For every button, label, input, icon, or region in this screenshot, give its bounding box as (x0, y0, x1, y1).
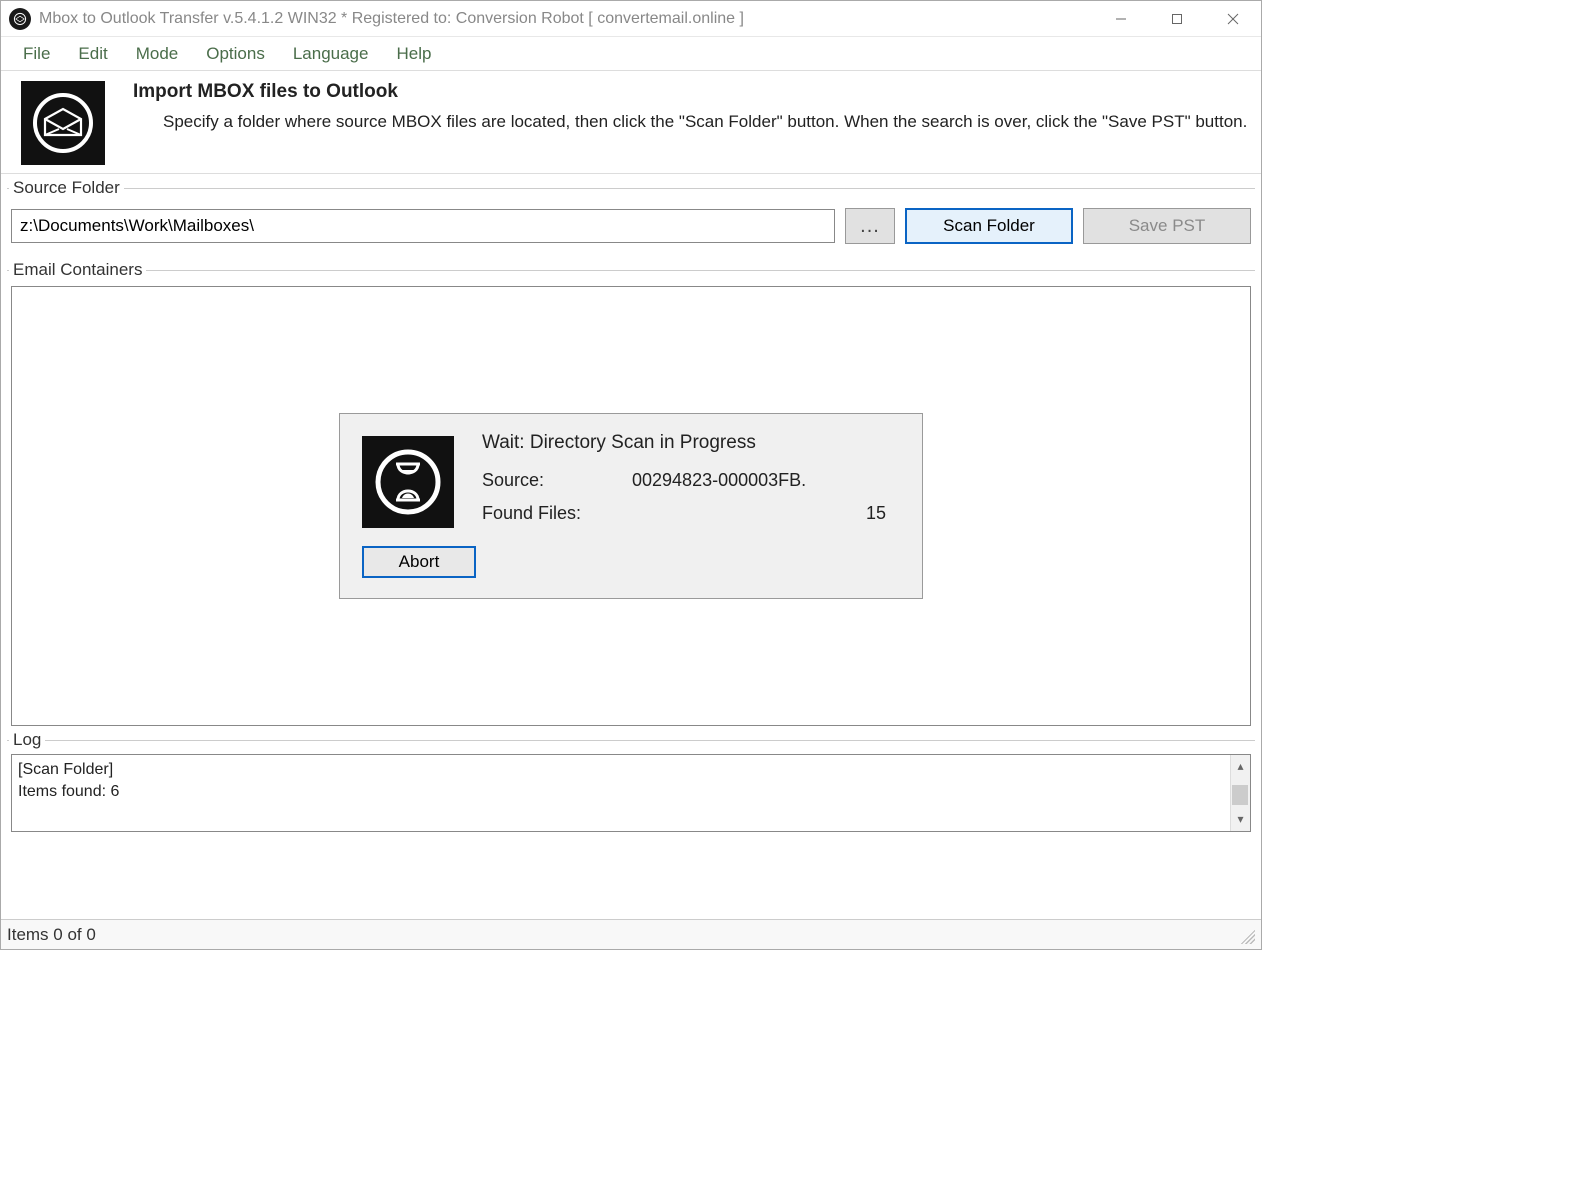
statusbar: Items 0 of 0 (1, 919, 1261, 949)
log-line: Items found: 6 (18, 781, 1226, 803)
browse-button[interactable]: ... (845, 208, 895, 244)
dialog-source-value: 00294823-000003FB. (632, 470, 806, 491)
email-containers-list[interactable]: Wait: Directory Scan in Progress Source:… (11, 286, 1251, 726)
scroll-down-icon[interactable]: ▾ (1237, 808, 1243, 831)
menu-help[interactable]: Help (382, 40, 445, 68)
dialog-found-value: 15 (866, 503, 894, 524)
dialog-title: Wait: Directory Scan in Progress (482, 432, 894, 454)
envelope-circle-icon (21, 81, 105, 165)
save-pst-button[interactable]: Save PST (1083, 208, 1251, 244)
scroll-up-icon[interactable]: ▴ (1237, 755, 1243, 778)
window-controls (1093, 1, 1261, 36)
log-textarea[interactable]: [Scan Folder] Items found: 6 ▴ ▾ (11, 754, 1251, 832)
menu-file[interactable]: File (9, 40, 64, 68)
window-title: Mbox to Outlook Transfer v.5.4.1.2 WIN32… (39, 10, 1093, 28)
scan-folder-button[interactable]: Scan Folder (905, 208, 1073, 244)
scroll-thumb[interactable] (1232, 785, 1248, 805)
email-containers-legend: Email Containers (9, 260, 146, 280)
log-group: Log [Scan Folder] Items found: 6 ▴ ▾ (7, 730, 1255, 832)
log-legend: Log (9, 730, 45, 750)
header-title: Import MBOX files to Outlook (133, 81, 1247, 103)
abort-button[interactable]: Abort (362, 546, 476, 578)
email-containers-group: Email Containers Wait: Directory Scan in (7, 260, 1255, 726)
resize-grip-icon[interactable] (1237, 926, 1255, 944)
header-panel: Import MBOX files to Outlook Specify a f… (1, 71, 1261, 174)
close-button[interactable] (1205, 1, 1261, 36)
source-folder-input[interactable] (11, 209, 835, 243)
menubar: File Edit Mode Options Language Help (1, 37, 1261, 71)
dialog-found-label: Found Files: (482, 503, 632, 524)
header-text: Import MBOX files to Outlook Specify a f… (133, 81, 1247, 135)
source-folder-group: Source Folder ... Scan Folder Save PST (7, 178, 1255, 256)
source-folder-legend: Source Folder (9, 178, 124, 198)
titlebar: Mbox to Outlook Transfer v.5.4.1.2 WIN32… (1, 1, 1261, 37)
maximize-button[interactable] (1149, 1, 1205, 36)
header-description: Specify a folder where source MBOX files… (133, 109, 1247, 135)
minimize-button[interactable] (1093, 1, 1149, 36)
hourglass-icon (362, 436, 454, 528)
dialog-source-label: Source: (482, 470, 632, 491)
menu-edit[interactable]: Edit (64, 40, 121, 68)
app-window: Mbox to Outlook Transfer v.5.4.1.2 WIN32… (0, 0, 1262, 950)
menu-language[interactable]: Language (279, 40, 383, 68)
log-scrollbar[interactable]: ▴ ▾ (1230, 755, 1250, 831)
scan-progress-dialog: Wait: Directory Scan in Progress Source:… (339, 413, 923, 599)
menu-mode[interactable]: Mode (122, 40, 193, 68)
status-text: Items 0 of 0 (7, 925, 96, 945)
log-line: [Scan Folder] (18, 759, 1226, 781)
menu-options[interactable]: Options (192, 40, 279, 68)
app-icon (9, 8, 31, 30)
